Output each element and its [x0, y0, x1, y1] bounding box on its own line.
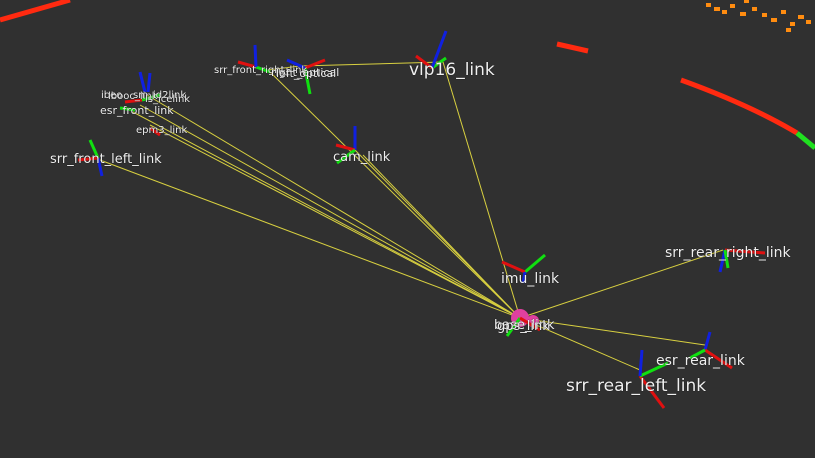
scan-arc-top-left: [0, 0, 71, 23]
laser-scan-points: [0, 0, 815, 150]
rviz-3d-viewport[interactable]: vlp16_link srr_front_right_link right_op…: [0, 0, 815, 458]
frame-label-srr-front-left[interactable]: srr_front_left_link: [50, 153, 162, 166]
frame-label-imu[interactable]: imu_link: [501, 272, 559, 286]
frame-label-esr-front[interactable]: esr_front_link: [100, 105, 174, 116]
frame-label-epm3[interactable]: epm3_link: [136, 126, 187, 136]
scan-arc-right-green: [795, 131, 815, 150]
scan-arc-right: [680, 77, 799, 136]
scan-cluster-orange: [706, 0, 811, 32]
scan-arc-red-short: [556, 41, 589, 54]
frame-label-left-optical[interactable]: left_optical: [276, 68, 336, 79]
frame-label-esr-rear[interactable]: esr_rear_link: [656, 354, 745, 368]
frame-label-srr-rear-left[interactable]: srr_rear_left_link: [566, 378, 706, 395]
frame-label-cam[interactable]: cam_link: [333, 151, 390, 164]
frame-label-gps[interactable]: gps_link: [497, 320, 550, 333]
frame-label-srr-rear-right[interactable]: srr_rear_right_link: [665, 246, 791, 260]
tf-links: [99, 61, 724, 371]
frame-label-vlp16[interactable]: vlp16_link: [409, 62, 495, 79]
